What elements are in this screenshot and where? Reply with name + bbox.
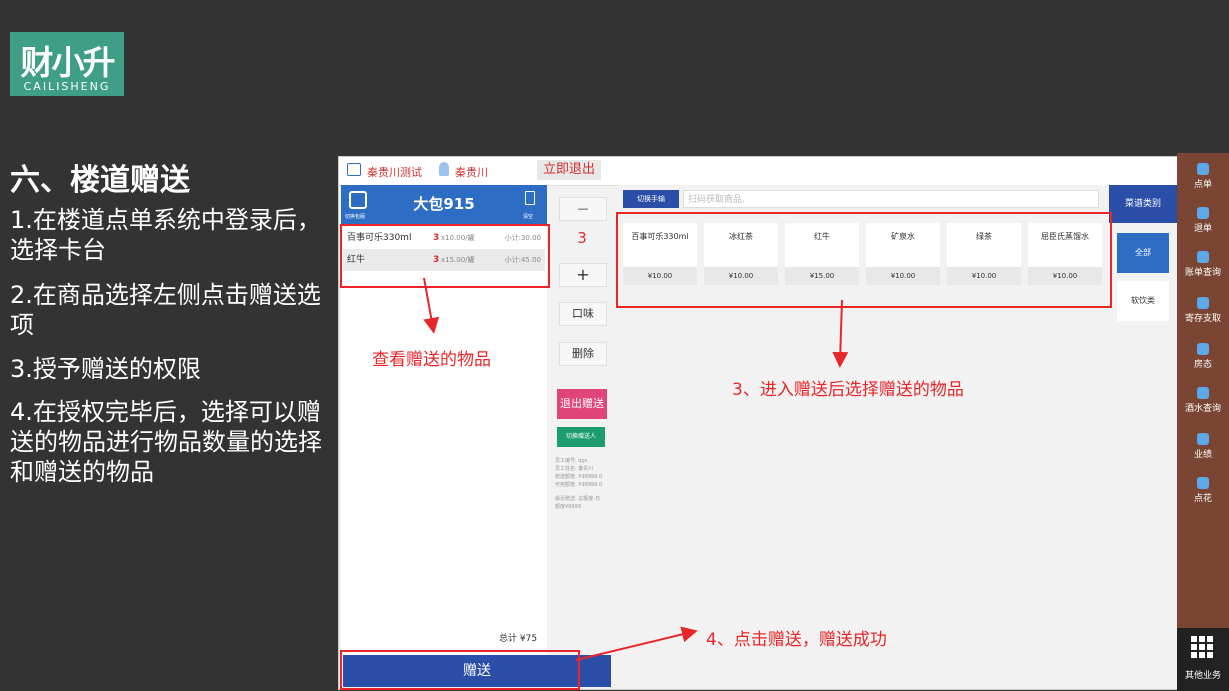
arrow-select-gift	[832, 299, 849, 368]
annotation-arrows	[423, 277, 849, 661]
arrow-view-gift	[423, 277, 440, 334]
arrow-gift-success	[575, 626, 698, 661]
